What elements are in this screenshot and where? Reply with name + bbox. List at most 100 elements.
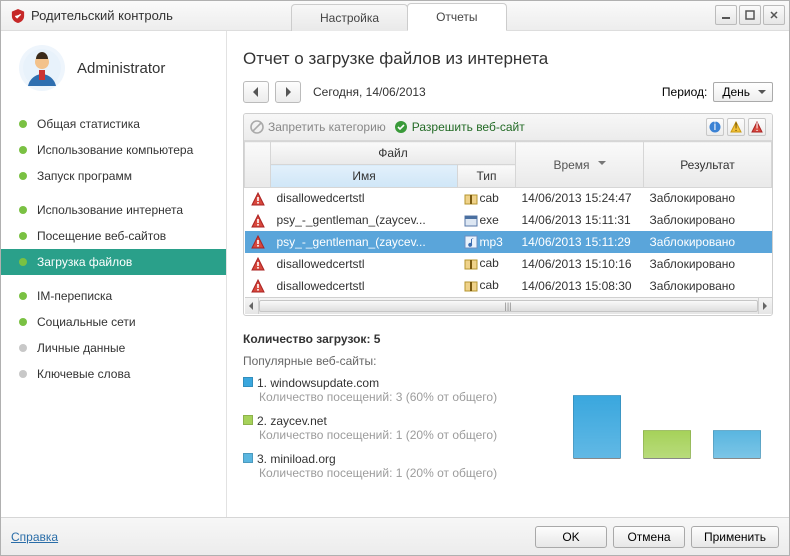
horizontal-scrollbar[interactable]: ||| xyxy=(245,297,772,314)
status-dot xyxy=(19,344,27,352)
cell-time: 14/06/2013 15:08:30 xyxy=(516,275,644,297)
allow-icon xyxy=(394,120,408,134)
scroll-thumb[interactable]: ||| xyxy=(259,300,758,312)
cancel-button[interactable]: Отмена xyxy=(613,526,685,548)
table-row[interactable]: disallowedcertstlcab14/06/2013 15:08:30З… xyxy=(245,275,772,297)
help-link[interactable]: Справка xyxy=(11,530,58,544)
user-name: Administrator xyxy=(77,60,165,77)
status-dot xyxy=(19,120,27,128)
prev-day-button[interactable] xyxy=(243,81,269,103)
tab-reports[interactable]: Отчеты xyxy=(407,3,506,31)
warning-red-button[interactable]: ! xyxy=(748,118,766,136)
allow-label: Разрешить веб-сайт xyxy=(412,120,525,134)
col-group-file[interactable]: Файл xyxy=(271,142,516,165)
col-result[interactable]: Результат xyxy=(644,142,772,188)
sidebar-item-8[interactable]: Личные данные xyxy=(1,335,226,361)
col-type[interactable]: Тип xyxy=(458,165,516,188)
period-dropdown[interactable]: День xyxy=(713,82,773,102)
sidebar-item-5[interactable]: Загрузка файлов xyxy=(1,249,226,275)
cell-type: cab xyxy=(458,253,516,275)
warning-yellow-button[interactable]: ! xyxy=(727,118,745,136)
sidebar-item-label: Запуск программ xyxy=(37,169,132,183)
deny-category-button[interactable]: Запретить категорию xyxy=(250,120,386,134)
apply-button[interactable]: Применить xyxy=(691,526,779,548)
sidebar-item-4[interactable]: Посещение веб-сайтов xyxy=(1,223,226,249)
period-label: Период: xyxy=(662,85,707,99)
cell-name: psy_-_gentleman_(zaycev... xyxy=(271,231,458,253)
user-block: Administrator xyxy=(1,45,226,105)
cell-type: cab xyxy=(458,275,516,297)
col-icon[interactable] xyxy=(245,142,271,188)
warning-icon xyxy=(251,235,265,249)
sidebar-item-label: Общая статистика xyxy=(37,117,140,131)
cell-type: mp3 xyxy=(458,231,516,253)
file-list-panel: Запретить категорию Разрешить веб-сайт i… xyxy=(243,113,773,316)
cell-result: Заблокировано xyxy=(644,209,772,231)
table-row[interactable]: psy_-_gentleman_(zaycev...exe14/06/2013 … xyxy=(245,209,772,231)
cell-result: Заблокировано xyxy=(644,231,772,253)
status-dot xyxy=(19,206,27,214)
cell-time: 14/06/2013 15:11:31 xyxy=(516,209,644,231)
status-dot xyxy=(19,258,27,266)
cell-name: disallowedcertstl xyxy=(271,188,458,210)
cell-result: Заблокировано xyxy=(644,253,772,275)
scroll-right-icon[interactable] xyxy=(758,298,772,314)
next-day-button[interactable] xyxy=(275,81,301,103)
close-button[interactable] xyxy=(763,5,785,25)
status-dot xyxy=(19,370,27,378)
sidebar-item-3[interactable]: Использование интернета xyxy=(1,197,226,223)
cell-time: 14/06/2013 15:24:47 xyxy=(516,188,644,210)
legend-swatch xyxy=(243,377,253,387)
sidebar-item-6[interactable]: IM-переписка xyxy=(1,283,226,309)
sidebar-item-label: Социальные сети xyxy=(37,315,136,329)
chart-bar xyxy=(713,430,761,459)
tabs: Настройка Отчеты xyxy=(291,1,506,31)
sidebar-item-1[interactable]: Использование компьютера xyxy=(1,137,226,163)
maximize-button[interactable] xyxy=(739,5,761,25)
status-dot xyxy=(19,292,27,300)
warning-icon xyxy=(251,279,265,293)
list-toolbar: Запретить категорию Разрешить веб-сайт i… xyxy=(244,114,772,141)
sidebar-item-2[interactable]: Запуск программ xyxy=(1,163,226,189)
svg-text:!: ! xyxy=(734,121,737,133)
legend-swatch xyxy=(243,453,253,463)
body: Administrator Общая статистика Использова… xyxy=(1,31,789,517)
status-dot xyxy=(19,232,27,240)
table-row[interactable]: disallowedcertstlcab14/06/2013 15:24:47З… xyxy=(245,188,772,210)
tab-settings[interactable]: Настройка xyxy=(291,4,408,31)
cell-time: 14/06/2013 15:10:16 xyxy=(516,253,644,275)
sidebar-item-0[interactable]: Общая статистика xyxy=(1,111,226,137)
sidebar-nav: Общая статистика Использование компьютера… xyxy=(1,111,226,387)
sidebar-item-label: Посещение веб-сайтов xyxy=(37,229,166,243)
date-nav: Сегодня, 14/06/2013 Период: День xyxy=(243,81,773,103)
footer: Справка OK Отмена Применить xyxy=(1,517,789,555)
sidebar-item-label: Использование интернета xyxy=(37,203,183,217)
deny-label: Запретить категорию xyxy=(268,120,386,134)
table-row[interactable]: psy_-_gentleman_(zaycev...mp314/06/2013 … xyxy=(245,231,772,253)
cell-type: exe xyxy=(458,209,516,231)
warning-icon xyxy=(251,192,265,206)
date-label: Сегодня, 14/06/2013 xyxy=(313,85,426,99)
window-controls xyxy=(715,5,785,25)
sidebar-item-9[interactable]: Ключевые слова xyxy=(1,361,226,387)
status-dot xyxy=(19,146,27,154)
filetype-icon xyxy=(464,257,478,271)
app-title: Родительский контроль xyxy=(31,8,173,23)
legend-swatch xyxy=(243,415,253,425)
cell-name: disallowedcertstl xyxy=(271,275,458,297)
chart-bar xyxy=(643,430,691,459)
table-row[interactable]: disallowedcertstlcab14/06/2013 15:10:16З… xyxy=(245,253,772,275)
titlebar: Родительский контроль Настройка Отчеты xyxy=(1,1,789,31)
allow-site-button[interactable]: Разрешить веб-сайт xyxy=(394,120,525,134)
col-time[interactable]: Время xyxy=(516,142,644,188)
filetype-icon xyxy=(464,279,478,293)
col-name[interactable]: Имя xyxy=(271,165,458,188)
popular-sites-label: Популярные веб-сайты: xyxy=(243,354,773,368)
scroll-left-icon[interactable] xyxy=(245,298,259,314)
ok-button[interactable]: OK xyxy=(535,526,607,548)
sort-desc-icon xyxy=(598,161,606,169)
minimize-button[interactable] xyxy=(715,5,737,25)
svg-text:!: ! xyxy=(755,121,758,133)
info-button[interactable]: i xyxy=(706,118,724,136)
sidebar-item-7[interactable]: Социальные сети xyxy=(1,309,226,335)
